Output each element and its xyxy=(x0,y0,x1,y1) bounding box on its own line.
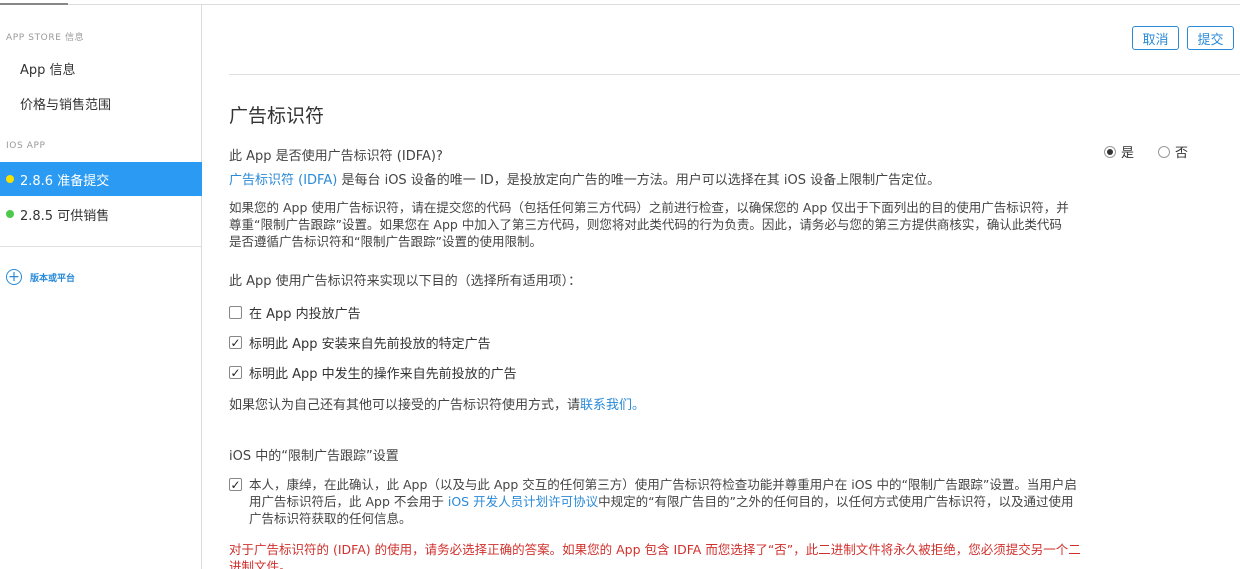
radio-no-label: 否 xyxy=(1175,146,1189,161)
consent-text: 本人，康绰，在此确认，此 App（以及与此 App 交互的任何第三方）使用广告标… xyxy=(249,476,1079,527)
license-agreement-link[interactable]: iOS 开发人员计划许可协议 xyxy=(448,494,598,509)
sidebar-item-app-info[interactable]: App 信息 xyxy=(0,51,202,85)
header-divider xyxy=(229,74,1240,75)
section-label-app-store: APP STORE 信息 xyxy=(6,33,85,43)
add-version-or-platform-button[interactable]: + 版本或平台 xyxy=(6,269,75,285)
contact-us-link[interactable]: 联系我们 xyxy=(580,398,632,413)
sidebar-item-pricing[interactable]: 价格与销售范围 xyxy=(0,86,202,120)
section-label-ios-app: IOS APP xyxy=(6,141,46,151)
radio-yes[interactable] xyxy=(1104,145,1116,158)
sidebar-item-label: 2.8.5 可供销售 xyxy=(20,208,110,224)
checkbox[interactable] xyxy=(229,336,242,349)
option-label: 在 App 内投放广告 xyxy=(249,307,361,322)
sidebar-item-label: App 信息 xyxy=(20,62,76,78)
option-label: 标明此 App 安装来自先前投放的特定广告 xyxy=(249,337,491,352)
idfa-radio-group: 是 否 xyxy=(1104,142,1212,161)
sidebar-divider xyxy=(0,246,201,247)
sidebar: APP STORE 信息 App 信息 价格与销售范围 IOS APP 2.8.… xyxy=(0,5,202,569)
add-platform-label: 版本或平台 xyxy=(30,273,76,284)
sidebar-item-label: 价格与销售范围 xyxy=(20,97,112,113)
idfa-usage-paragraph: 如果您的 App 使用广告标识符，请在提交您的代码（包括任何第三方代码）之前进行… xyxy=(229,200,1069,249)
contact-suffix: 。 xyxy=(632,398,646,413)
consent-row: 本人，康绰，在此确认，此 App（以及与此 App 交互的任何第三方）使用广告标… xyxy=(229,476,1079,527)
plus-circle-icon: + xyxy=(6,269,22,285)
radio-no[interactable] xyxy=(1158,145,1171,158)
contact-us-line: 如果您认为自己还有其他可以接受的广告标识符使用方式，请联系我们。 xyxy=(229,394,645,413)
sidebar-item-version-286[interactable]: 2.8.6 准备提交 xyxy=(0,162,202,196)
checkbox[interactable] xyxy=(229,306,242,319)
option-serve-ads[interactable]: 在 App 内投放广告 xyxy=(229,303,361,322)
checkbox[interactable] xyxy=(229,366,242,379)
consent-checkbox[interactable] xyxy=(229,478,242,491)
idfa-description-text: 是每台 iOS 设备的唯一 ID，是投放定向广告的唯一方法。用户可以选择在其 i… xyxy=(337,173,941,188)
idfa-description: 广告标识符 (IDFA) 是每台 iOS 设备的唯一 ID，是投放定向广告的唯一… xyxy=(229,169,940,188)
option-label: 标明此 App 中发生的操作来自先前投放的广告 xyxy=(249,367,517,382)
option-attribute-action[interactable]: 标明此 App 中发生的操作来自先前投放的广告 xyxy=(229,363,517,382)
option-attribute-install[interactable]: 标明此 App 安装来自先前投放的特定广告 xyxy=(229,333,491,352)
status-dot-icon xyxy=(6,210,14,218)
submit-button[interactable]: 提交 xyxy=(1187,26,1234,50)
cancel-button[interactable]: 取消 xyxy=(1132,26,1179,50)
radio-yes-label: 是 xyxy=(1121,146,1135,161)
idfa-warning: 对于广告标识符的 (IDFA) 的使用，请务必选择正确的答案。如果您的 App … xyxy=(229,542,1081,569)
idfa-question: 此 App 是否使用广告标识符 (IDFA)? xyxy=(229,149,443,164)
contact-prefix: 如果您认为自己还有其他可以接受的广告标识符使用方式，请 xyxy=(229,398,581,413)
limit-ad-tracking-heading: iOS 中的“限制广告跟踪”设置 xyxy=(229,449,399,464)
sidebar-item-version-285[interactable]: 2.8.5 可供销售 xyxy=(0,197,202,231)
purpose-prompt: 此 App 使用广告标识符来实现以下目的（选择所有适用项）： xyxy=(229,274,582,289)
page-title: 广告标识符 xyxy=(229,105,325,127)
idfa-link[interactable]: 广告标识符 (IDFA) xyxy=(229,173,337,188)
sidebar-item-label: 2.8.6 准备提交 xyxy=(20,173,110,189)
status-dot-icon xyxy=(6,175,14,183)
